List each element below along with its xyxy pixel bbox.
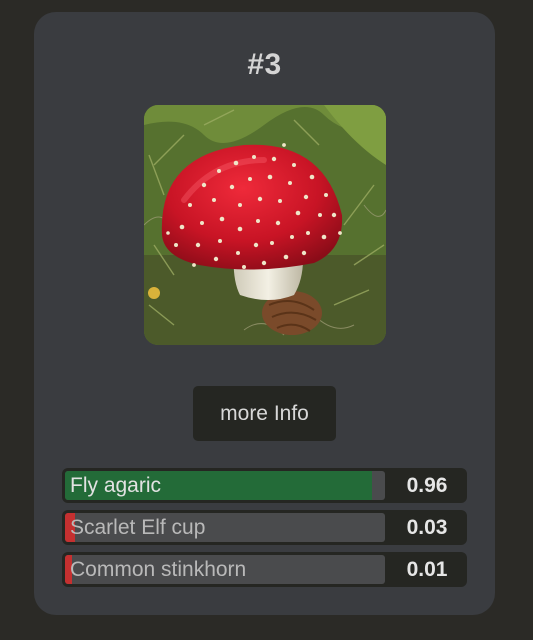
prediction-score: 0.96 xyxy=(406,474,448,497)
mushroom-image xyxy=(144,105,386,345)
prediction-score: 0.01 xyxy=(406,558,448,581)
prediction-row-fly-agaric: Fly agaric 0.96 xyxy=(62,468,467,503)
confidence-bar: Common stinkhorn xyxy=(65,555,385,584)
more-info-button[interactable]: more Info xyxy=(193,386,336,441)
prediction-label: Common stinkhorn xyxy=(70,558,247,581)
confidence-bar: Fly agaric xyxy=(65,471,385,500)
prediction-label: Fly agaric xyxy=(70,474,162,497)
prediction-score: 0.03 xyxy=(406,516,448,539)
prediction-label: Scarlet Elf cup xyxy=(70,516,206,539)
confidence-bar: Scarlet Elf cup xyxy=(65,513,385,542)
rank-title: #3 xyxy=(247,48,282,81)
prediction-row-scarlet-elf-cup: Scarlet Elf cup 0.03 xyxy=(62,510,467,545)
prediction-card: #3 more Info Fly agaric 0.96 Scarlet Elf… xyxy=(34,12,495,615)
fly-agaric-mushroom-photo-icon xyxy=(144,105,386,345)
prediction-row-common-stinkhorn: Common stinkhorn 0.01 xyxy=(62,552,467,587)
